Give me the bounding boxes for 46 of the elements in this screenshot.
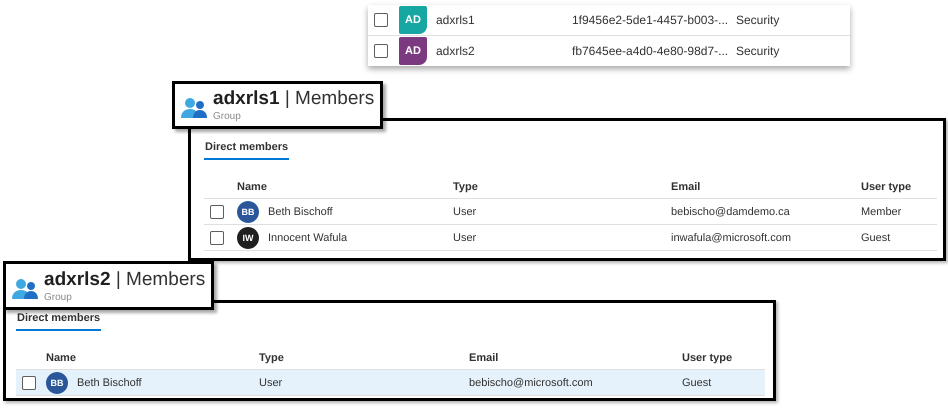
column-header: User type bbox=[861, 181, 912, 193]
table-cell-text: Guest bbox=[861, 232, 892, 244]
table-cell-text: bebischo@damdemo.ca bbox=[671, 206, 791, 218]
checkbox[interactable] bbox=[374, 13, 388, 27]
group-avatar: AD bbox=[399, 37, 427, 65]
people-icon bbox=[12, 278, 38, 300]
page-title: adxrls2 | Members bbox=[44, 268, 206, 292]
page-subtitle: Group bbox=[213, 111, 242, 123]
group-type: Security bbox=[736, 13, 780, 27]
avatar: BB bbox=[46, 372, 68, 394]
table-row[interactable]: BB Beth Bischoff User bebischo@microsoft.com Guest bbox=[16, 370, 765, 396]
column-header: Email bbox=[671, 181, 702, 193]
checkbox[interactable] bbox=[22, 376, 36, 390]
checkbox[interactable] bbox=[374, 44, 388, 58]
table-cell-text: inwafula@microsoft.com bbox=[671, 232, 792, 244]
group-name[interactable]: adxrls2 bbox=[436, 44, 572, 58]
group-avatar: AD bbox=[399, 6, 427, 34]
column-header: Name bbox=[237, 181, 268, 193]
member-name[interactable]: Innocent Wafula bbox=[268, 232, 348, 244]
column-header: Type bbox=[453, 181, 479, 193]
page-subtitle: Group bbox=[44, 292, 73, 304]
group-type: Security bbox=[736, 44, 780, 58]
page-title: adxrls1 | Members bbox=[213, 87, 374, 111]
avatar: IW bbox=[237, 226, 259, 248]
table-row[interactable]: IW Innocent Wafula User inwafula@microsoft.com Guest bbox=[204, 225, 937, 251]
member-name[interactable]: Beth Bischoff bbox=[268, 206, 333, 218]
table-cell-text: User bbox=[453, 206, 478, 218]
table-cell-text: Guest bbox=[682, 376, 712, 388]
checkbox[interactable] bbox=[210, 204, 224, 218]
member-name[interactable]: Beth Bischoff bbox=[77, 376, 142, 388]
object-id: fb7645ee-a4d0-4e80-98d7-... bbox=[572, 44, 730, 58]
table-cell-text: User bbox=[259, 376, 284, 388]
table-cell-text: User bbox=[453, 232, 478, 244]
column-header: Email bbox=[469, 352, 500, 364]
table-row[interactable]: BB Beth Bischoff User bebischo@damdemo.ca Member bbox=[204, 199, 937, 225]
checkbox[interactable] bbox=[210, 230, 224, 244]
tab[interactable]: Direct members bbox=[204, 138, 290, 160]
object-id: 1f9456e2-5de1-4457-b003-... bbox=[572, 13, 730, 27]
group-name[interactable]: adxrls1 bbox=[436, 13, 572, 27]
table-cell-text: bebischo@microsoft.com bbox=[469, 376, 594, 388]
avatar: BB bbox=[237, 200, 259, 222]
column-header: Name bbox=[46, 352, 77, 364]
column-header: User type bbox=[682, 352, 734, 364]
table-cell-text: Member bbox=[861, 206, 902, 218]
people-icon bbox=[181, 97, 207, 119]
column-header: Type bbox=[259, 352, 285, 364]
